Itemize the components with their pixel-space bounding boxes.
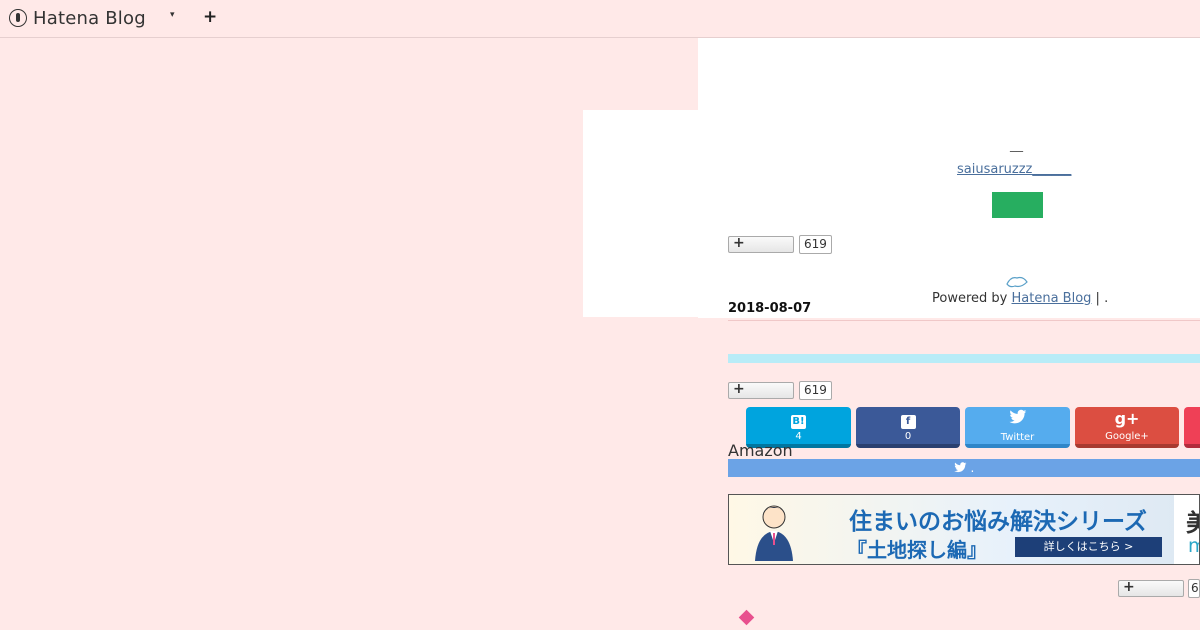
cyan-divider-bar — [728, 354, 1200, 363]
bookmark-add-button[interactable]: + — [728, 235, 794, 253]
banner-subtitle: 『土地探し編』 — [847, 538, 987, 562]
hatena-logo-icon — [9, 9, 27, 27]
divider — [728, 320, 1200, 321]
hatena-blog-logo[interactable]: Hatena Blog — [9, 7, 146, 29]
bookmark-count-3[interactable]: 6 — [1188, 579, 1200, 598]
twitter-bird-icon — [953, 461, 971, 475]
add-icon[interactable]: + — [203, 7, 217, 27]
share-googleplus-button[interactable]: g+ Google+ — [1075, 407, 1179, 448]
banner-right-big: 美 — [1186, 503, 1199, 538]
profile-dash: __ — [1010, 138, 1023, 153]
diamond-icon — [738, 609, 755, 626]
banner-cta-button[interactable]: 詳しくはこちら > — [1015, 537, 1162, 557]
sidebar-panel-extension — [583, 110, 703, 317]
powered-prefix: Powered by — [932, 291, 1008, 306]
powered-by: Powered by Hatena Blog | . — [932, 291, 1108, 306]
hatena-bookmark-icon: B! — [791, 415, 806, 429]
hatena-topbar: Hatena Blog ▾ + — [0, 0, 1200, 38]
amazon-heading: Amazon — [728, 441, 793, 460]
businessman-illustration — [755, 505, 793, 561]
banner-right-pane: 美 m — [1174, 495, 1199, 564]
share-pocket-button[interactable] — [1184, 407, 1200, 448]
reader-register-button[interactable] — [992, 192, 1043, 218]
share-twitter-button[interactable]: Twitter — [965, 407, 1070, 448]
plus-icon: + — [1123, 579, 1135, 595]
hatena-blog-link[interactable]: Hatena Blog — [1012, 291, 1092, 306]
share-facebook-button[interactable]: f 0 — [856, 407, 960, 448]
profile-user-link[interactable]: saiusaruzzz______ — [957, 162, 1071, 177]
plus-icon: + — [733, 235, 745, 251]
googleplus-icon: g+ — [1114, 409, 1140, 428]
share-googleplus-label: Google+ — [1105, 431, 1149, 442]
ad-banner[interactable]: 住まいのお悩み解決シリーズ 『土地探し編』 詳しくはこちら > 美 m — [728, 494, 1200, 565]
powered-suffix: | . — [1091, 291, 1109, 306]
twitter-bar-text: . — [970, 461, 975, 475]
bookmark-add-button-2[interactable]: + — [728, 381, 794, 399]
bookmark-add-button-3[interactable]: + — [1118, 579, 1184, 597]
banner-title: 住まいのお悩み解決シリーズ — [849, 509, 1147, 535]
facebook-icon: f — [900, 415, 916, 429]
logo-text: Hatena Blog — [33, 7, 146, 29]
plus-icon: + — [733, 381, 745, 397]
share-twitter-label: Twitter — [1000, 432, 1035, 443]
entry-date[interactable]: 2018-08-07 — [728, 301, 811, 316]
sidebar-panel — [698, 38, 1200, 318]
share-facebook-count: 0 — [904, 431, 912, 442]
bookmark-count-2[interactable]: 619 — [799, 381, 832, 400]
banner-right-small: m — [1188, 535, 1199, 557]
twitter-follow-bar[interactable]: . — [728, 459, 1200, 477]
bookmark-count[interactable]: 619 — [799, 235, 832, 254]
chevron-down-icon[interactable]: ▾ — [170, 10, 175, 20]
twitter-bird-icon — [965, 409, 1070, 430]
